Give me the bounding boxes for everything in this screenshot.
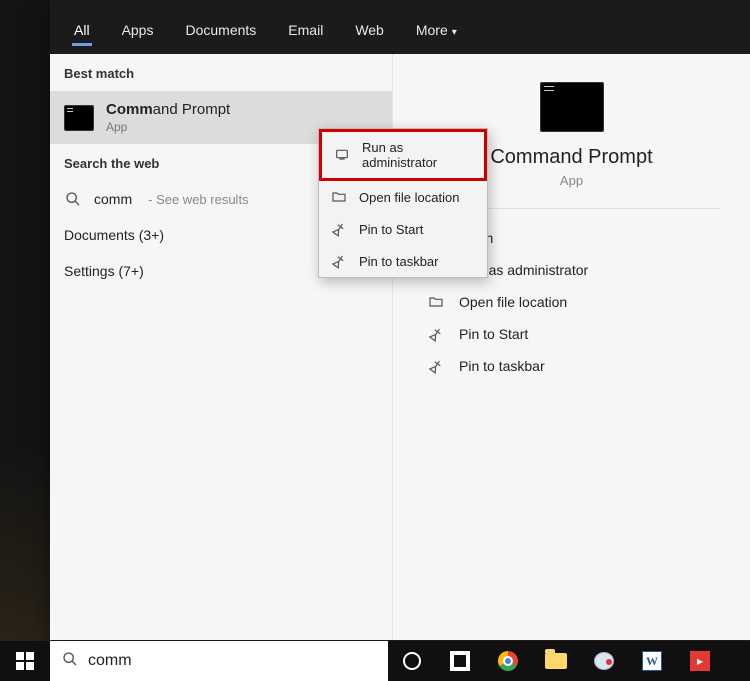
section-best-match: Best match: [50, 54, 392, 91]
pin-icon: [331, 253, 347, 269]
windows-icon: [16, 652, 34, 670]
app-icon: [594, 652, 614, 670]
taskbar-chrome[interactable]: [484, 641, 532, 681]
ctx-open-file-location[interactable]: Open file location: [319, 181, 487, 213]
circle-icon: [403, 652, 421, 670]
taskbar-file-explorer[interactable]: [532, 641, 580, 681]
cortana-button[interactable]: [388, 641, 436, 681]
result-title: Command Prompt: [106, 101, 230, 118]
task-view-button[interactable]: [436, 641, 484, 681]
tab-more[interactable]: More▾: [400, 8, 473, 54]
context-menu: Run as administrator Open file location …: [318, 128, 488, 278]
preview-title: Command Prompt: [490, 146, 652, 169]
results-column: Best match Command Prompt App Search the…: [50, 54, 392, 640]
pin-icon: [427, 326, 445, 342]
action-open-file-location[interactable]: Open file location: [421, 287, 738, 317]
web-search-sub: - See web results: [148, 192, 248, 207]
taskbar-app-2[interactable]: ▸: [676, 641, 724, 681]
start-button[interactable]: [0, 641, 50, 681]
pin-icon: [331, 221, 347, 237]
preview-subtitle: App: [560, 173, 583, 188]
preview-icon: [540, 82, 604, 132]
search-icon: [62, 651, 78, 672]
ctx-pin-to-start[interactable]: Pin to Start: [319, 213, 487, 245]
tab-documents[interactable]: Documents: [169, 8, 272, 54]
action-pin-to-start[interactable]: Pin to Start: [421, 319, 738, 349]
search-tabs: All Apps Documents Email Web More▾: [50, 0, 750, 54]
task-view-icon: [452, 653, 468, 669]
search-input[interactable]: [88, 652, 376, 670]
taskbar: W ▸: [0, 641, 750, 681]
tab-web[interactable]: Web: [339, 8, 400, 54]
chrome-icon: [498, 651, 518, 671]
chevron-down-icon: ▾: [452, 27, 457, 38]
tab-email[interactable]: Email: [272, 8, 339, 54]
shield-icon: [334, 147, 350, 163]
app-icon: ▸: [690, 651, 710, 671]
search-panel: All Apps Documents Email Web More▾ Best …: [50, 0, 750, 640]
result-subtitle: App: [106, 120, 230, 134]
taskbar-search[interactable]: [50, 641, 388, 681]
web-search-term: comm: [94, 191, 132, 207]
taskbar-app-1[interactable]: [580, 641, 628, 681]
ctx-pin-to-taskbar[interactable]: Pin to taskbar: [319, 245, 487, 277]
command-prompt-icon: [64, 105, 94, 131]
folder-icon: [331, 189, 347, 205]
folder-icon: [545, 653, 567, 669]
ctx-run-as-administrator[interactable]: Run as administrator: [319, 129, 487, 181]
folder-icon: [427, 294, 445, 310]
pin-icon: [427, 358, 445, 374]
taskbar-word[interactable]: W: [628, 641, 676, 681]
word-icon: W: [642, 651, 662, 671]
tab-apps[interactable]: Apps: [106, 8, 170, 54]
tab-all[interactable]: All: [58, 8, 106, 54]
search-icon: [64, 191, 82, 207]
action-pin-to-taskbar[interactable]: Pin to taskbar: [421, 351, 738, 381]
